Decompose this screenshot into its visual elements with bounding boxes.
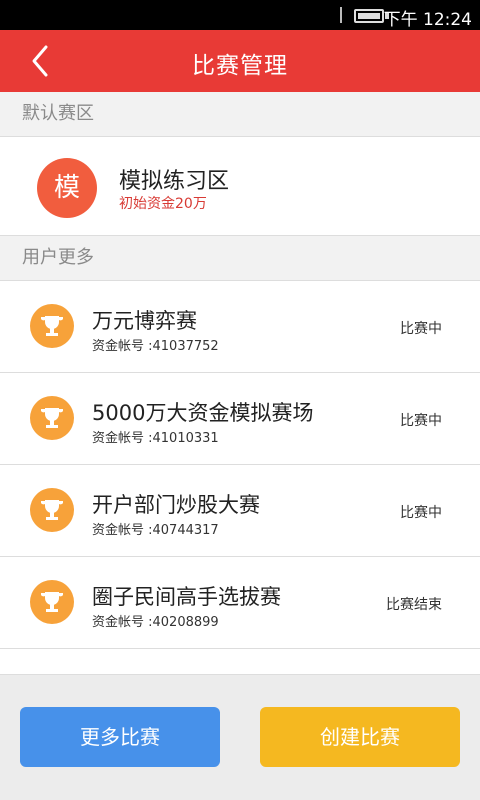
zone-badge: 模 xyxy=(37,158,97,218)
bottom-action-bar: 更多比赛 创建比赛 xyxy=(0,674,480,800)
zone-name: 模拟练习区 xyxy=(119,169,230,194)
competition-name: 圈子民间高手选拔赛 xyxy=(92,585,281,609)
list-item[interactable]: 开户部门炒股大赛 资金帐号 :40744317 比赛中 xyxy=(0,464,480,556)
create-competition-button[interactable]: 创建比赛 xyxy=(260,707,460,767)
status-label: 比赛中 xyxy=(400,321,442,337)
status-bar: 下午 12:24 xyxy=(0,0,480,30)
zone-funds: 初始资金20万 xyxy=(119,196,207,212)
default-zone-card[interactable]: 模 模拟练习区 初始资金20万 xyxy=(0,136,480,236)
competition-name: 万元博弈赛 xyxy=(92,309,197,333)
account-number: 资金帐号 :41037752 xyxy=(92,339,219,354)
trophy-icon xyxy=(30,304,74,348)
account-number: 资金帐号 :41010331 xyxy=(92,431,219,446)
status-time: 下午 12:24 xyxy=(383,10,472,30)
status-label: 比赛中 xyxy=(400,413,442,429)
competition-list: 万元博弈赛 资金帐号 :41037752 比赛中 5000万大资金模拟赛场 资金… xyxy=(0,280,480,678)
trophy-icon xyxy=(30,396,74,440)
account-number: 资金帐号 :40744317 xyxy=(92,523,219,538)
signal-icon xyxy=(340,7,342,23)
list-item[interactable]: 圈子民间高手选拔赛 资金帐号 :40208899 比赛结束 xyxy=(0,556,480,648)
status-label: 比赛中 xyxy=(400,505,442,521)
trophy-icon xyxy=(30,580,74,624)
section-header-more: 用户更多 xyxy=(22,247,94,268)
competition-name: 开户部门炒股大赛 xyxy=(92,493,260,517)
list-item[interactable]: 万元博弈赛 资金帐号 :41037752 比赛中 xyxy=(0,280,480,372)
more-competitions-button[interactable]: 更多比赛 xyxy=(20,707,220,767)
app-bar: 比赛管理 xyxy=(0,30,480,92)
section-header-default: 默认赛区 xyxy=(22,103,94,124)
trophy-icon xyxy=(30,488,74,532)
account-number: 资金帐号 :40208899 xyxy=(92,615,219,630)
page-title: 比赛管理 xyxy=(192,53,288,79)
battery-icon xyxy=(354,9,384,23)
competition-name: 5000万大资金模拟赛场 xyxy=(92,401,314,425)
status-label: 比赛结束 xyxy=(386,597,442,613)
list-item[interactable]: 5000万大资金模拟赛场 资金帐号 :41010331 比赛中 xyxy=(0,372,480,464)
